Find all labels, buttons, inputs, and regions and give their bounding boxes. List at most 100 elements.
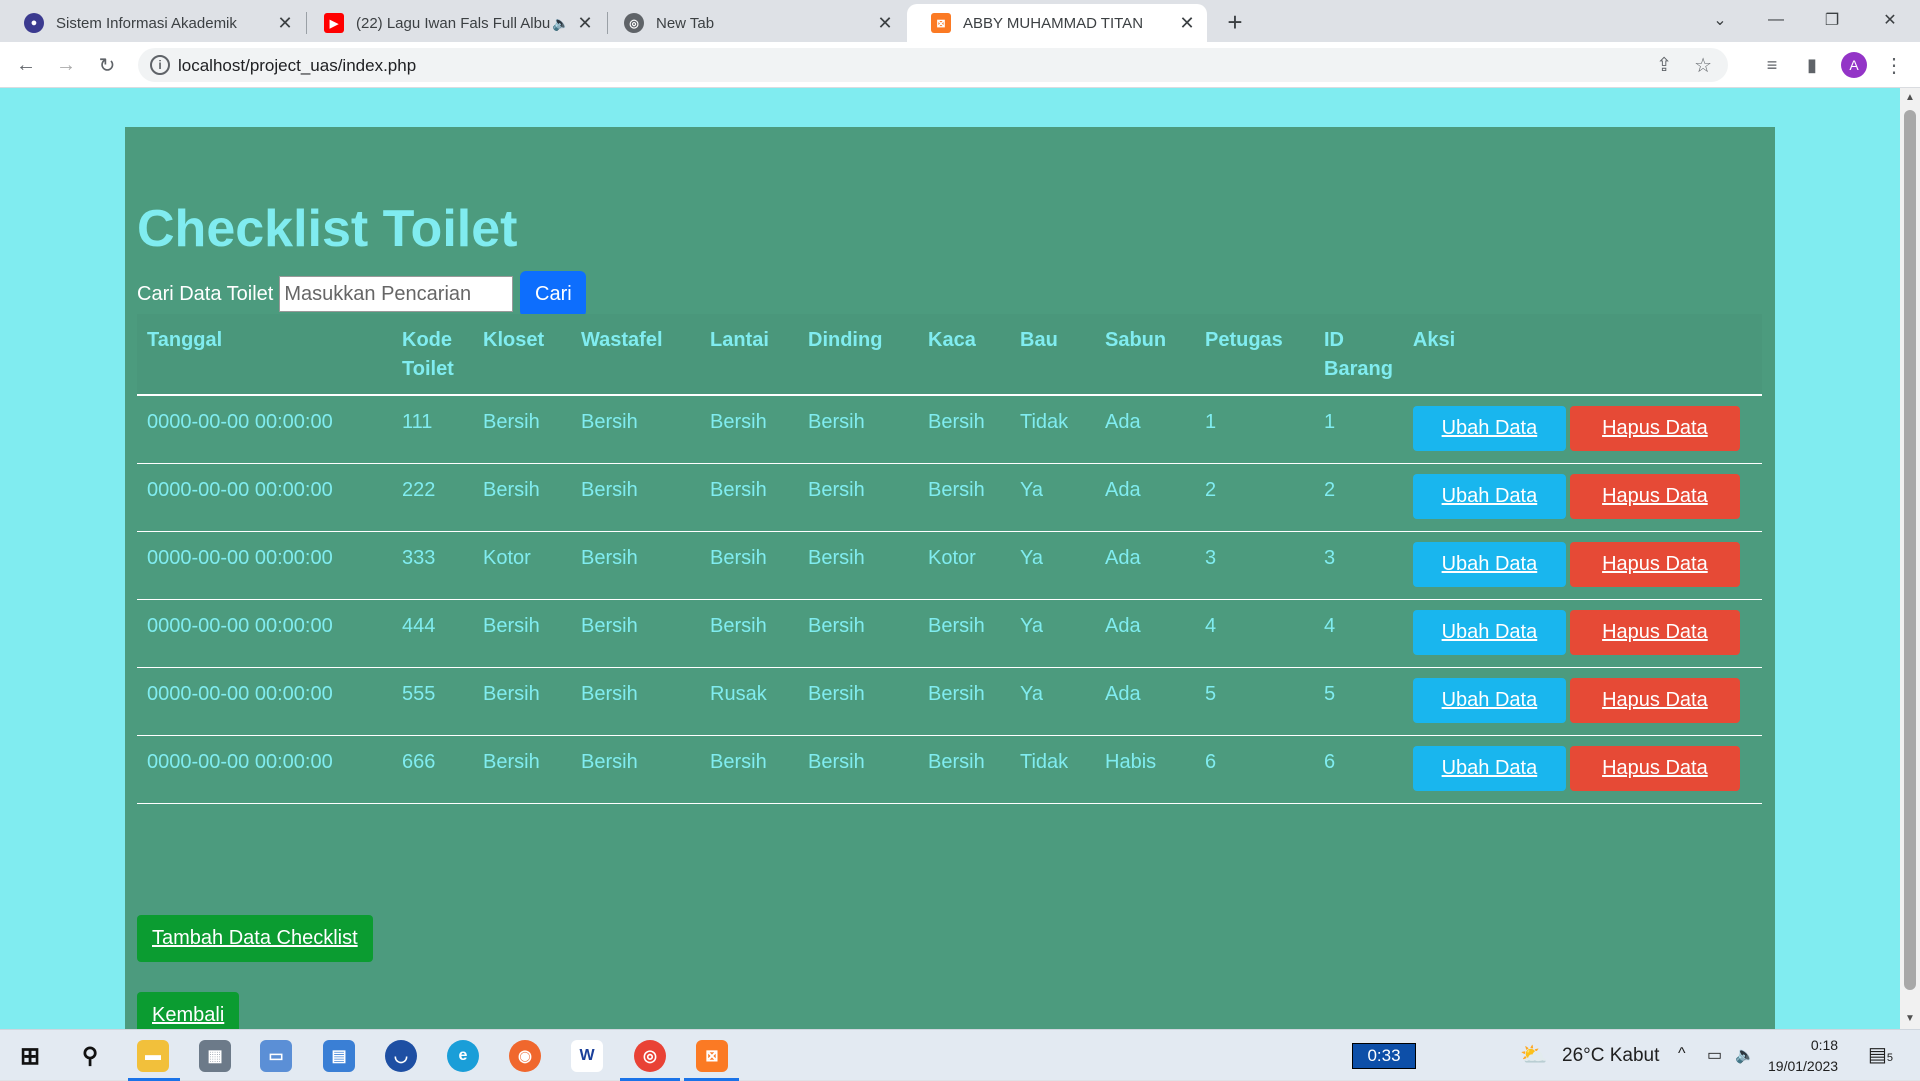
site-info-icon[interactable]: i	[150, 55, 170, 75]
control-panel-icon[interactable]: ▤	[323, 1040, 355, 1072]
address-bar[interactable]: i localhost/project_uas/index.php ⇪ ☆	[138, 48, 1728, 82]
delete-data-button[interactable]: Hapus Data	[1569, 609, 1740, 655]
file-explorer-icon[interactable]: ▬	[137, 1040, 169, 1072]
search-label: Cari Data Toilet	[137, 282, 274, 305]
close-icon[interactable]: ✕	[875, 13, 895, 33]
menu-kebab-icon[interactable]: ⋮	[1880, 51, 1908, 79]
cell-bau: Ya	[1010, 531, 1095, 600]
table-row: 0000-00-00 00:00:00 222 Bersih Bersih Bersih…	[137, 463, 1762, 532]
battery-icon[interactable]: ▭	[1707, 1045, 1722, 1065]
window-close-icon[interactable]: ✕	[1862, 0, 1918, 40]
chevron-up-icon[interactable]: ^	[1678, 1045, 1686, 1063]
tab-youtube[interactable]: ▶ (22) Lagu Iwan Fals Full Album 🔈 ✕	[300, 4, 605, 42]
delete-data-button[interactable]: Hapus Data	[1569, 677, 1740, 723]
edit-data-button[interactable]: Ubah Data	[1412, 473, 1566, 519]
app-w-icon[interactable]: W	[571, 1040, 603, 1072]
weather-icon: ⛅	[1520, 1042, 1548, 1067]
tab-search-icon[interactable]: ⌄	[1692, 0, 1748, 40]
clock-time: 0:18	[1810, 1037, 1839, 1053]
delete-data-button[interactable]: Hapus Data	[1569, 406, 1740, 451]
tab-sistem-informasi[interactable]: ● Sistem Informasi Akademik ✕	[0, 4, 305, 42]
scroll-up-icon[interactable]: ▲	[1904, 92, 1916, 104]
side-panel-icon[interactable]: ▮	[1798, 51, 1826, 79]
xampp-icon[interactable]: ⊠	[696, 1040, 728, 1072]
cell-wastafel: Bersih	[571, 463, 700, 532]
cell-actions: Ubah Data Hapus Data	[1402, 531, 1762, 600]
edit-data-button[interactable]: Ubah Data	[1412, 609, 1566, 655]
search-button[interactable]: Cari	[520, 271, 587, 317]
close-icon[interactable]: ✕	[575, 13, 595, 33]
delete-data-button[interactable]: Hapus Data	[1569, 745, 1740, 791]
back-icon[interactable]: ←	[12, 51, 40, 79]
cell-tanggal: 0000-00-00 00:00:00	[137, 395, 392, 464]
tab-new-tab[interactable]: ◎ New Tab ✕	[600, 4, 905, 42]
scroll-down-icon[interactable]: ▼	[1904, 1013, 1916, 1025]
col-lantai: Lantai	[700, 314, 798, 396]
back-button[interactable]: Kembali	[137, 992, 240, 1029]
computer-icon[interactable]: ▭	[260, 1040, 292, 1072]
forward-icon[interactable]: →	[52, 51, 80, 79]
edit-data-button[interactable]: Ubah Data	[1412, 541, 1566, 587]
page-scrollbar[interactable]: ▲ ▼	[1900, 88, 1920, 1029]
col-dinding: Dinding	[798, 314, 918, 396]
restore-icon[interactable]: ❐	[1804, 0, 1860, 40]
calculator-icon[interactable]: ▦	[199, 1040, 231, 1072]
delete-data-button[interactable]: Hapus Data	[1569, 473, 1740, 519]
tab-active-abby[interactable]: ⊠ ABBY MUHAMMAD TITAN ✕	[907, 4, 1207, 42]
bookmark-star-icon[interactable]: ☆	[1694, 53, 1712, 78]
system-clock[interactable]: 0:18 19/01/2023	[1768, 1035, 1838, 1077]
cell-tanggal: 0000-00-00 00:00:00	[137, 667, 392, 736]
edge-icon[interactable]: e	[447, 1040, 479, 1072]
edit-data-button[interactable]: Ubah Data	[1412, 745, 1566, 791]
cell-sabun: Ada	[1095, 463, 1195, 532]
windows-start-icon[interactable]: ⊞	[14, 1040, 46, 1072]
cell-actions: Ubah Data Hapus Data	[1402, 599, 1762, 668]
cell-petugas: 3	[1195, 531, 1314, 600]
tab-strip: ● Sistem Informasi Akademik ✕ ▶ (22) Lag…	[0, 0, 1920, 42]
media-control-icon[interactable]: ≡	[1758, 51, 1786, 79]
cell-lantai: Bersih	[700, 599, 798, 668]
firefox-icon[interactable]: ◉	[509, 1040, 541, 1072]
search-input[interactable]	[279, 276, 514, 312]
clock-date: 19/01/2023	[1768, 1058, 1839, 1074]
delete-data-button[interactable]: Hapus Data	[1569, 541, 1740, 587]
cell-dinding: Bersih	[798, 667, 918, 736]
close-icon[interactable]: ✕	[275, 13, 295, 33]
edit-data-button[interactable]: Ubah Data	[1412, 677, 1566, 723]
xampp-icon: ⊠	[931, 13, 951, 33]
notification-icon[interactable]: ▤5	[1868, 1042, 1893, 1067]
volume-icon[interactable]: 🔈	[1735, 1045, 1755, 1065]
col-id-barang: ID Barang	[1314, 314, 1403, 396]
share-icon[interactable]: ⇪	[1656, 54, 1672, 77]
tab-title: ABBY MUHAMMAD TITAN	[963, 14, 1144, 32]
weather-text[interactable]: 26°C Kabut	[1562, 1045, 1659, 1067]
timer-widget[interactable]: 0:33	[1352, 1043, 1416, 1069]
speaker-icon[interactable]: 🔈	[551, 13, 571, 33]
scrollbar-thumb[interactable]	[1904, 110, 1916, 990]
cell-wastafel: Bersih	[571, 395, 700, 464]
cell-kaca: Bersih	[918, 667, 1010, 736]
edit-data-button[interactable]: Ubah Data	[1412, 406, 1566, 451]
minimize-icon[interactable]: —	[1748, 0, 1804, 40]
cell-bau: Ya	[1010, 667, 1095, 736]
close-icon[interactable]: ✕	[1177, 13, 1197, 33]
profile-avatar[interactable]: A	[1841, 52, 1867, 78]
academic-logo-icon: ●	[24, 13, 44, 33]
cell-petugas: 4	[1195, 599, 1314, 668]
cell-wastafel: Bersih	[571, 667, 700, 736]
app-icon[interactable]: ◡	[385, 1040, 417, 1072]
reload-icon[interactable]: ↻	[93, 51, 121, 79]
add-checklist-button[interactable]: Tambah Data Checklist	[137, 915, 373, 962]
cell-kaca: Kotor	[918, 531, 1010, 600]
search-icon[interactable]: ⚲	[74, 1040, 106, 1072]
checklist-table: Tanggal Kode Toilet Kloset Wastafel Lant…	[137, 314, 1762, 804]
col-tanggal: Tanggal	[137, 314, 392, 396]
col-wastafel: Wastafel	[571, 314, 700, 396]
table-header-row: Tanggal Kode Toilet Kloset Wastafel Lant…	[137, 314, 1762, 396]
cell-id-barang: 6	[1314, 735, 1403, 804]
url-text[interactable]: localhost/project_uas/index.php	[178, 56, 416, 76]
chrome-icon[interactable]: ◎	[634, 1040, 666, 1072]
new-tab-button[interactable]: +	[1221, 7, 1249, 37]
cell-bau: Ya	[1010, 599, 1095, 668]
cell-actions: Ubah Data Hapus Data	[1402, 667, 1762, 736]
